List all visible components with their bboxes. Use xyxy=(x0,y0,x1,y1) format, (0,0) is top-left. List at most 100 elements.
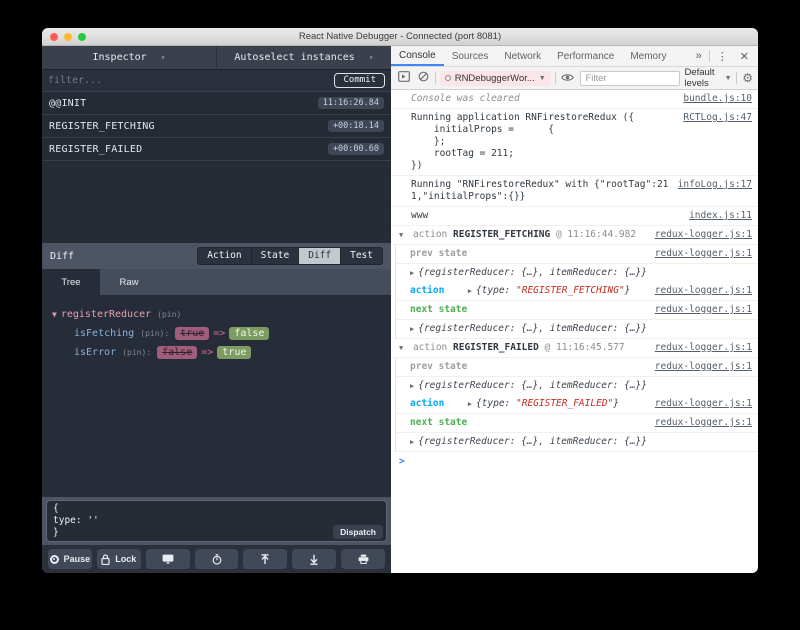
action-timestamp-badge: +00:00.60 xyxy=(328,143,384,156)
object-preview: {registerReducer: {…}, itemReducer: {…}} xyxy=(418,267,647,278)
close-devtools-icon[interactable]: ✕ xyxy=(735,50,754,63)
stopwatch-button[interactable] xyxy=(195,549,239,569)
action-timestamp-badge: 11:16:26.84 xyxy=(318,97,384,110)
console-message: Running application RNFirestoreRedux ({ … xyxy=(391,109,758,176)
triangle-collapsed-icon[interactable]: ▶ xyxy=(410,269,414,277)
group-timestamp: @ 11:16:44.982 xyxy=(556,229,636,240)
pause-label: Pause xyxy=(64,554,91,564)
source-link[interactable]: redux-logger.js:1 xyxy=(655,304,752,316)
devtools-panel: Console Sources Network Performance Memo… xyxy=(391,46,758,573)
console-toolbar: RNDebuggerWor... ▼ Default levels ▼ ⚙ xyxy=(391,67,758,90)
console-group-header[interactable]: ▼ action REGISTER_FAILED @ 11:16:45.577 … xyxy=(391,339,758,358)
bottom-toolbar: Pause Lock xyxy=(42,545,391,573)
arrow-icon: => xyxy=(201,347,213,358)
action-type-string: "REGISTER_FAILED" xyxy=(516,398,613,409)
console-message: action ▶{type: "REGISTER_FETCHING"} redu… xyxy=(396,282,758,301)
source-link[interactable]: redux-logger.js:1 xyxy=(655,398,752,410)
close-window-button[interactable] xyxy=(50,33,58,41)
source-link[interactable]: index.js:11 xyxy=(689,210,752,222)
action-preview-close: } xyxy=(613,398,619,409)
source-link[interactable]: redux-logger.js:1 xyxy=(655,361,752,373)
mode-state-button[interactable]: State xyxy=(252,247,300,265)
prev-state-label: prev state xyxy=(410,248,647,260)
lock-changes-button[interactable]: Lock xyxy=(97,549,141,569)
pause-recording-button[interactable]: Pause xyxy=(48,549,92,569)
log-levels-dropdown[interactable]: Default levels ▼ xyxy=(684,67,731,89)
log-levels-label: Default levels xyxy=(684,67,721,89)
tab-performance[interactable]: Performance xyxy=(549,46,622,66)
console-filter-input[interactable] xyxy=(580,71,680,86)
console-input-prompt[interactable]: > xyxy=(391,452,758,471)
source-link[interactable]: bundle.js:10 xyxy=(683,93,752,105)
triangle-collapsed-icon[interactable]: ▶ xyxy=(410,438,414,446)
pin-link[interactable]: (pin): xyxy=(140,329,169,338)
tab-memory[interactable]: Memory xyxy=(622,46,674,66)
eye-icon[interactable] xyxy=(559,69,576,87)
tab-raw[interactable]: Raw xyxy=(100,269,158,295)
instance-select-label: Autoselect instances xyxy=(234,52,354,63)
import-state-button[interactable] xyxy=(292,549,336,569)
source-link[interactable]: redux-logger.js:1 xyxy=(655,342,752,354)
action-preview-open: {type: xyxy=(476,398,516,409)
diff-tree-view: ▼registerReducer (pin) isFetching (pin):… xyxy=(42,295,391,368)
tab-network[interactable]: Network xyxy=(496,46,549,66)
title-bar[interactable]: React Native Debugger - Connected (port … xyxy=(42,28,758,46)
console-sidebar-toggle-icon[interactable] xyxy=(396,69,412,87)
tree-root-key: registerReducer xyxy=(61,309,151,320)
console-group-header[interactable]: ▼ action REGISTER_FETCHING @ 11:16:44.98… xyxy=(391,226,758,245)
tab-tree[interactable]: Tree xyxy=(42,269,100,295)
tab-console[interactable]: Console xyxy=(391,46,444,66)
tree-root-row[interactable]: ▼registerReducer (pin) xyxy=(52,305,381,324)
tree-change-row: isFetching (pin): true=>false xyxy=(52,324,381,343)
instance-select-dropdown[interactable]: Autoselect instances ▾ xyxy=(216,46,391,69)
pin-link[interactable]: (pin) xyxy=(157,310,181,319)
source-link[interactable]: infoLog.js:17 xyxy=(678,179,752,191)
monitor-select-dropdown[interactable]: Inspector ▾ xyxy=(42,46,216,69)
triangle-collapsed-icon[interactable]: ▶ xyxy=(468,287,472,295)
triangle-collapsed-icon[interactable]: ▶ xyxy=(410,325,414,333)
triangle-expanded-icon[interactable]: ▼ xyxy=(399,231,403,239)
source-link[interactable]: redux-logger.js:1 xyxy=(655,229,752,241)
object-preview: {registerReducer: {…}, itemReducer: {…}} xyxy=(418,436,647,447)
gear-icon[interactable]: ⚙ xyxy=(742,71,753,85)
action-list-item[interactable]: REGISTER_FETCHING +00:18.14 xyxy=(42,115,391,138)
export-state-button[interactable] xyxy=(243,549,287,569)
window-title: React Native Debugger - Connected (port … xyxy=(299,31,501,42)
tree-change-row: isError (pin): false=>true xyxy=(52,343,381,362)
object-preview: {registerReducer: {…}, itemReducer: {…}} xyxy=(418,323,647,334)
action-label: action xyxy=(410,398,462,410)
clear-console-icon[interactable] xyxy=(416,69,431,87)
triangle-expanded-icon[interactable]: ▼ xyxy=(399,344,403,352)
dispatch-button[interactable]: Dispatch xyxy=(333,525,383,540)
commit-button[interactable]: Commit xyxy=(334,73,385,88)
action-filter-input[interactable] xyxy=(48,75,334,86)
message-text: Running "RNFirestoreRedux" with {"rootTa… xyxy=(411,179,670,203)
action-list-empty-space xyxy=(42,161,391,243)
source-link[interactable]: redux-logger.js:1 xyxy=(655,417,752,429)
execution-context-selector[interactable]: RNDebuggerWor... ▼ xyxy=(440,71,551,86)
tree-key: isFetching xyxy=(74,328,134,339)
devtools-menu-icon[interactable]: ⋮ xyxy=(712,50,733,63)
source-link[interactable]: redux-logger.js:1 xyxy=(655,285,752,297)
source-link[interactable]: redux-logger.js:1 xyxy=(655,248,752,260)
context-label: RNDebuggerWor... xyxy=(455,73,535,84)
source-link[interactable]: RCTLog.js:47 xyxy=(683,112,752,124)
mode-action-button[interactable]: Action xyxy=(197,247,251,265)
triangle-collapsed-icon[interactable]: ▶ xyxy=(410,382,414,390)
mode-diff-button[interactable]: Diff xyxy=(299,247,341,265)
triangle-collapsed-icon[interactable]: ▶ xyxy=(468,400,472,408)
action-list-item[interactable]: @@INIT 11:16:26.84 xyxy=(42,92,391,115)
record-icon xyxy=(50,555,59,564)
pin-link[interactable]: (pin): xyxy=(122,348,151,357)
action-list-item[interactable]: REGISTER_FAILED +00:00.60 xyxy=(42,138,391,161)
mode-test-button[interactable]: Test xyxy=(341,247,383,265)
action-name: REGISTER_FETCHING xyxy=(49,121,328,132)
print-button[interactable] xyxy=(341,549,385,569)
toggle-slider-button[interactable] xyxy=(146,549,190,569)
object-preview-row: ▶ {registerReducer: {…}, itemReducer: {…}… xyxy=(396,433,758,452)
tab-sources[interactable]: Sources xyxy=(444,46,497,66)
zoom-window-button[interactable] xyxy=(78,33,86,41)
app-window: React Native Debugger - Connected (port … xyxy=(42,28,758,573)
minimize-window-button[interactable] xyxy=(64,33,72,41)
more-tabs-icon[interactable]: » xyxy=(691,50,707,62)
